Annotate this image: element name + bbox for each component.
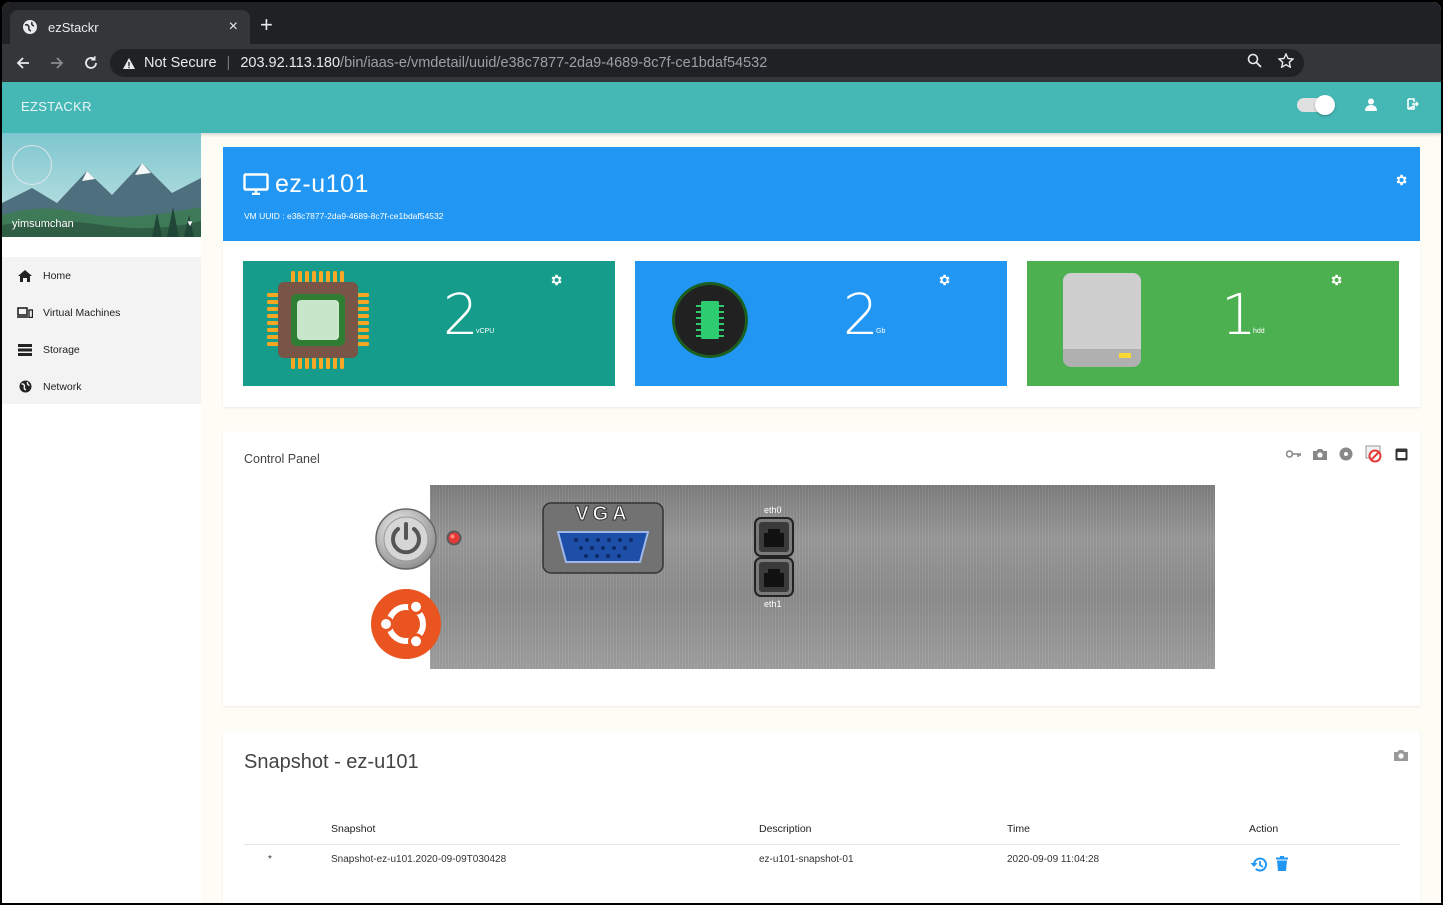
back-button[interactable] <box>10 50 36 76</box>
gear-icon[interactable] <box>937 273 951 287</box>
globe-icon <box>19 380 31 393</box>
tab-title: ezStackr <box>48 19 99 35</box>
column-header-action: Action <box>1249 823 1279 835</box>
eth1-label: eth1 <box>764 599 782 609</box>
tab-close-icon[interactable]: × <box>229 18 238 36</box>
server-faceplate: VGA eth0 eth1 <box>430 485 1215 669</box>
user-icon[interactable] <box>1365 98 1377 111</box>
storage-icon <box>18 343 32 356</box>
cpu-unit: vCPU <box>476 328 495 335</box>
logout-icon[interactable] <box>1407 98 1419 110</box>
sidebar-item-storage[interactable]: Storage <box>2 331 201 368</box>
camera-icon[interactable] <box>1394 749 1408 761</box>
virtual-machines-icon <box>17 307 33 318</box>
cpu-card: 2 vCPU <box>243 261 615 386</box>
memory-card: 2 Gb <box>635 261 1007 386</box>
zoom-icon[interactable] <box>1247 53 1262 68</box>
forward-button[interactable] <box>44 50 70 76</box>
resource-cards: 2 vCPU 2 Gb 1 hdd <box>223 241 1420 407</box>
arrow-right-icon <box>51 57 64 69</box>
security-label[interactable]: Not Secure <box>144 55 217 71</box>
vm-name: ez-u101 <box>275 170 369 198</box>
control-panel-title: Control Panel <box>244 452 320 466</box>
power-button-icon[interactable] <box>374 507 438 571</box>
column-header-snapshot: Snapshot <box>331 823 376 835</box>
browser-tab[interactable]: ezStackr × <box>10 10 250 44</box>
disc-icon[interactable] <box>1339 447 1353 461</box>
vga-label: VGA <box>575 503 631 526</box>
address-bar[interactable]: Not Secure | 203.92.113.180 /bin/iaas-e/… <box>110 49 1304 77</box>
arrow-left-icon <box>16 57 29 69</box>
home-icon <box>18 269 32 282</box>
username[interactable]: yimsumchan <box>12 218 74 230</box>
snapshot-description: ez-u101-snapshot-01 <box>759 854 854 865</box>
memory-unit: Gb <box>876 328 886 335</box>
favicon-globe-icon <box>23 20 37 34</box>
gear-icon[interactable] <box>1394 173 1408 187</box>
sidebar-item-network[interactable]: Network <box>2 368 201 405</box>
power-led-icon <box>446 530 462 546</box>
key-icon[interactable] <box>1286 450 1301 458</box>
snapshot-name: Snapshot-ez-u101.2020-09-09T030428 <box>331 854 507 865</box>
control-panel-toolbar <box>1286 445 1408 463</box>
app-brand[interactable]: EZSTACKR <box>21 99 92 114</box>
gear-icon[interactable] <box>549 273 563 287</box>
url-host: 203.92.113.180 <box>240 55 341 71</box>
hard-drive-icon <box>1063 273 1141 367</box>
column-header-description: Description <box>759 823 812 835</box>
snapshot-title: Snapshot - ez-u101 <box>244 751 419 773</box>
sidebar-item-home[interactable]: Home <box>2 257 201 294</box>
sidebar-item-label: Virtual Machines <box>43 306 121 319</box>
app-header: EZSTACKR <box>2 82 1441 133</box>
warning-icon <box>123 57 135 69</box>
vm-header: ez-u101 VM UUID : e38c7877-2da9-4689-8c7… <box>223 147 1420 241</box>
profile-banner[interactable]: yimsumchan ▼ <box>2 133 201 237</box>
browser-tabbar: ezStackr × + <box>2 2 1441 44</box>
disabled-display-icon[interactable] <box>1365 445 1383 463</box>
console-icon[interactable] <box>1395 448 1408 461</box>
camera-icon[interactable] <box>1313 448 1327 460</box>
control-panel: Control Panel VGA eth0 eth1 <box>223 431 1420 706</box>
new-tab-button[interactable]: + <box>260 12 273 38</box>
eth0-label: eth0 <box>764 505 782 515</box>
disk-unit: hdd <box>1253 328 1265 335</box>
bookmark-star-icon[interactable] <box>1278 53 1294 68</box>
sidebar-menu: Home Virtual Machines Storage Network <box>2 257 201 404</box>
caret-down-icon[interactable]: ▼ <box>186 219 194 228</box>
reload-button[interactable] <box>78 50 104 76</box>
restore-history-icon[interactable] <box>1250 856 1268 873</box>
ubuntu-logo-icon <box>371 589 441 659</box>
reload-icon <box>85 56 97 69</box>
vm-uuid: VM UUID : e38c7877-2da9-4689-8c7f-ce1bda… <box>244 211 444 221</box>
cpu-count: 2 <box>443 283 479 348</box>
url-path: /bin/iaas-e/vmdetail/uuid/e38c7877-2da9-… <box>340 55 768 71</box>
cpu-chip-icon <box>267 271 369 369</box>
trash-icon[interactable] <box>1276 856 1288 871</box>
sidebar: yimsumchan ▼ Home Virtual Machines Stora… <box>2 133 201 903</box>
sidebar-item-virtual-machines[interactable]: Virtual Machines <box>2 294 201 331</box>
monitor-icon <box>243 173 269 195</box>
disk-card: 1 hdd <box>1027 261 1399 386</box>
row-marker: * <box>268 854 272 865</box>
sidebar-item-label: Network <box>43 380 82 393</box>
browser-window: ezStackr × + Not Secure | 203.92.113.180… <box>2 2 1441 903</box>
gear-icon[interactable] <box>1329 273 1343 287</box>
snapshot-time: 2020-09-09 11:04:28 <box>1007 854 1100 865</box>
ethernet-port-icon[interactable] <box>754 557 794 597</box>
ethernet-port-icon[interactable] <box>754 517 794 557</box>
sidebar-item-label: Storage <box>43 343 80 356</box>
snapshot-panel: Snapshot - ez-u101 Snapshot Description … <box>223 731 1420 903</box>
sidebar-item-label: Home <box>43 269 72 282</box>
memory-chip-icon <box>672 282 748 358</box>
memory-amount: 2 <box>843 283 879 348</box>
browser-toolbar: Not Secure | 203.92.113.180 /bin/iaas-e/… <box>2 44 1441 114</box>
disk-count: 1 <box>1221 283 1257 348</box>
avatar[interactable] <box>12 145 52 185</box>
theme-toggle[interactable] <box>1297 95 1335 115</box>
column-header-time: Time <box>1007 823 1030 835</box>
